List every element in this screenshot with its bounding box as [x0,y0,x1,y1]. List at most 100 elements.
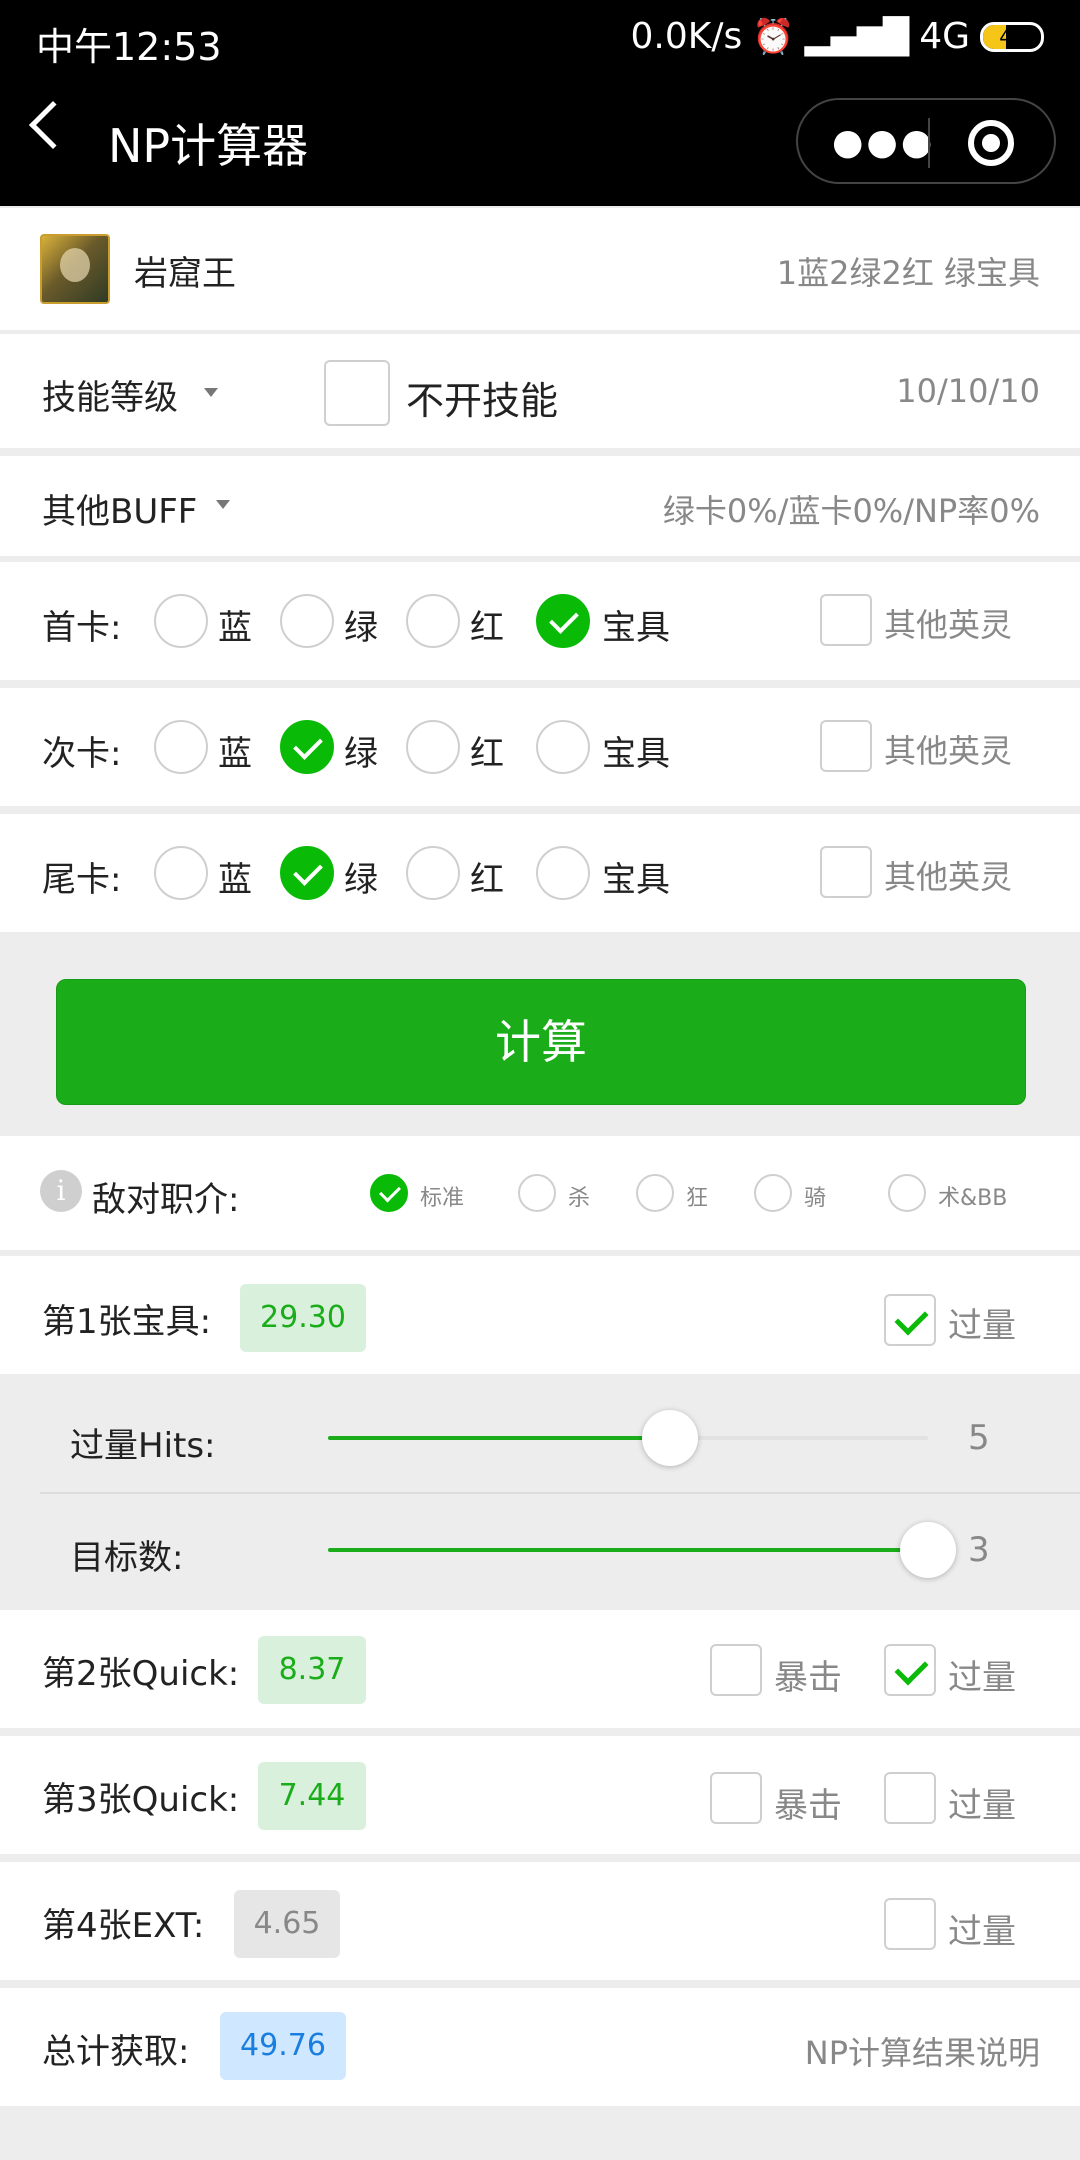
overkill-settings: 过量Hits: 5 目标数: 3 [0,1380,1080,1604]
card-option-label: 宝具 [602,608,670,648]
enemy-class-radio[interactable] [518,1174,556,1212]
skill-level-value: 10/10/10 [896,372,1040,410]
card-option-radio[interactable] [154,846,208,900]
card-option-radio[interactable] [536,720,590,774]
targets-slider-knob[interactable] [900,1522,956,1578]
card-row-2: 次卡: 蓝 绿 红 宝具 其他英灵 [0,688,1080,806]
result-row-ext: 第4张EXT: 4.65 过量 [0,1862,1080,1980]
card-option-radio[interactable] [154,720,208,774]
np1-value: 29.30 [240,1284,366,1352]
np-result-explanation-link[interactable]: NP计算结果说明 [805,2028,1040,2074]
targets-slider-fill [328,1548,928,1552]
card-option-label: 红 [470,734,504,774]
status-icons: 0.0K/s ⏰ ▂▄▆█ 4G 40 [631,16,1044,57]
more-icon[interactable]: ●●● [832,122,935,163]
skill-dropdown-caret-icon[interactable] [204,388,218,397]
np1-overkill-label: 过量 [948,1306,1016,1346]
servant-cards: 1蓝2绿2红 绿宝具 [776,254,1040,292]
hits-slider-knob[interactable] [642,1410,698,1466]
enemy-class-option-label: 骑 [804,1186,827,1211]
skill-row: 技能等级 不开技能 10/10/10 [0,334,1080,448]
buff-dropdown-caret-icon[interactable] [216,500,230,509]
enemy-class-option-label: 标准 [420,1186,465,1211]
other-servant-checkbox[interactable] [820,594,872,646]
card-option-radio[interactable] [280,846,334,900]
card-option-radio[interactable] [406,594,460,648]
enemy-class-option-label: 杀 [568,1186,591,1211]
q2-value: 8.37 [258,1636,366,1704]
q2-crit-label: 暴击 [774,1658,842,1698]
card-option-label: 蓝 [218,608,252,648]
back-icon[interactable] [28,100,78,150]
ext-overkill-label: 过量 [948,1912,1016,1952]
status-time: 中午12:53 [36,25,222,69]
np1-label: 第1张宝具: [42,1302,212,1342]
enemy-class-radio[interactable] [636,1174,674,1212]
q3-crit-checkbox[interactable] [710,1772,762,1824]
card-option-radio[interactable] [154,594,208,648]
card-option-label: 绿 [344,734,378,774]
card-option-label: 蓝 [218,860,252,900]
card-option-radio[interactable] [536,846,590,900]
card-option-label: 绿 [344,608,378,648]
enemy-class-label: 敌对职介: [92,1180,240,1220]
other-buff-label[interactable]: 其他BUFF [42,484,197,533]
q3-label: 第3张Quick: [42,1780,240,1820]
card-row-label: 尾卡: [42,860,122,900]
np1-overkill-checkbox[interactable] [884,1294,936,1346]
enemy-class-radio[interactable] [370,1174,408,1212]
network-type: 4G [919,16,970,57]
enemy-class-radio[interactable] [754,1174,792,1212]
top-bar: 中午12:53 0.0K/s ⏰ ▂▄▆█ 4G 40 NP计算器 ●●● [0,0,1080,206]
signal-icon: ▂▄▆█ [804,16,910,57]
enemy-class-option-label: 术&BB [938,1186,1008,1211]
miniprogram-capsule: ●●● [796,98,1056,184]
card-option-label: 绿 [344,860,378,900]
slider-divider [40,1492,1080,1494]
card-row-3: 尾卡: 蓝 绿 红 宝具 其他英灵 [0,814,1080,932]
card-option-radio[interactable] [406,846,460,900]
card-option-label: 宝具 [602,860,670,900]
buff-value: 绿卡0%/蓝卡0%/NP率0% [662,492,1040,530]
capsule-divider [928,118,930,168]
other-servant-checkbox[interactable] [820,720,872,772]
q3-overkill-label: 过量 [948,1786,1016,1826]
result-row-q2: 第2张Quick: 8.37 暴击 过量 [0,1610,1080,1728]
skill-level-label[interactable]: 技能等级 [42,370,178,419]
q3-overkill-checkbox[interactable] [884,1772,936,1824]
ext-label: 第4张EXT: [42,1906,205,1946]
alarm-icon: ⏰ [752,16,795,57]
ext-value: 4.65 [234,1890,340,1958]
card-option-label: 红 [470,860,504,900]
close-target-icon[interactable] [968,120,1014,166]
calculate-button[interactable]: 计算 [56,979,1026,1105]
targets-slider[interactable] [328,1522,956,1578]
q2-crit-checkbox[interactable] [710,1644,762,1696]
targets-label: 目标数: [70,1538,184,1578]
no-skill-label: 不开技能 [406,379,559,423]
card-option-radio[interactable] [280,594,334,648]
q2-overkill-checkbox[interactable] [884,1644,936,1696]
hits-value: 5 [968,1418,990,1458]
card-option-radio[interactable] [406,720,460,774]
battery-icon: 40 [980,21,1044,52]
card-row-1: 首卡: 蓝 绿 红 宝具 其他英灵 [0,562,1080,680]
page-title: NP计算器 [108,119,309,173]
info-icon[interactable]: i [40,1170,82,1212]
card-option-radio[interactable] [280,720,334,774]
other-servant-label: 其他英灵 [884,732,1013,770]
other-servant-checkbox[interactable] [820,846,872,898]
no-skill-checkbox[interactable] [324,360,390,426]
other-servant-label: 其他英灵 [884,858,1013,896]
servant-row[interactable]: 岩窟王 1蓝2绿2红 绿宝具 [0,208,1080,330]
card-row-label: 次卡: [42,734,122,774]
card-option-radio[interactable] [536,594,590,648]
ext-overkill-checkbox[interactable] [884,1898,936,1950]
q3-crit-label: 暴击 [774,1786,842,1826]
hits-slider[interactable] [328,1410,928,1466]
enemy-class-option-label: 狂 [686,1186,709,1211]
card-option-label: 蓝 [218,734,252,774]
other-servant-label: 其他英灵 [884,606,1013,644]
enemy-class-radio[interactable] [888,1174,926,1212]
hits-slider-fill [328,1436,670,1440]
